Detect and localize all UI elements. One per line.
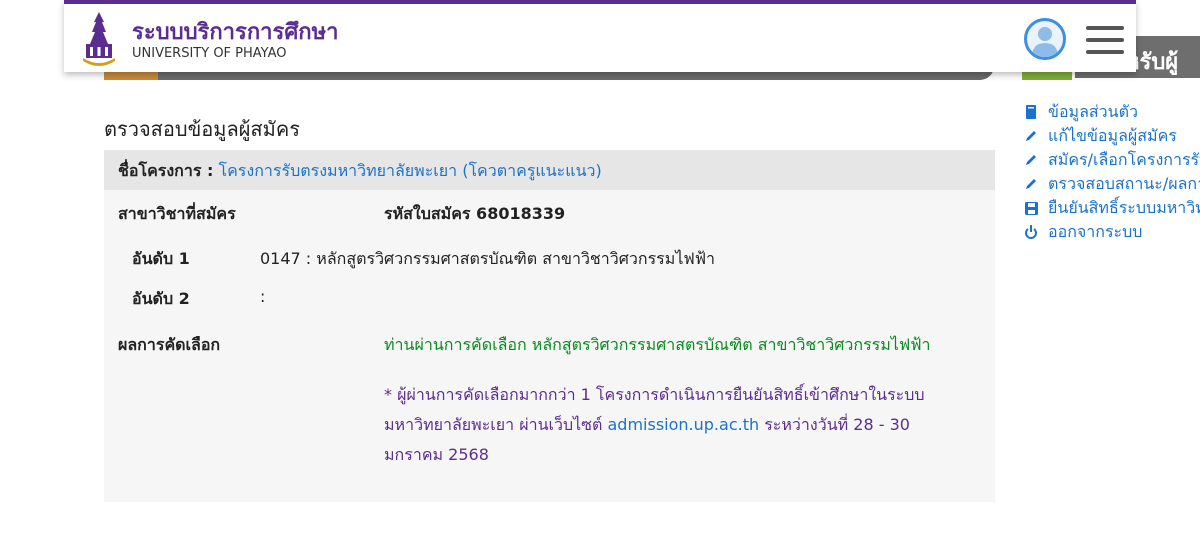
rank2-label: อันดับ 2 [132, 289, 190, 308]
brand-subtitle: UNIVERSITY OF PHAYAO [132, 46, 287, 61]
sidebar-item-edit-applicant[interactable]: แก้ไขข้อมูลผู้สมัคร [1024, 124, 1200, 148]
project-label: ชื่อโครงการ : [118, 161, 214, 180]
pencil-icon [1024, 177, 1038, 191]
sidebar-item-label: ข้อมูลส่วนตัว [1048, 101, 1138, 121]
user-icon [1032, 27, 1058, 57]
sidebar-item-check-status[interactable]: ตรวจสอบสถานะ/ผลการ [1024, 172, 1200, 196]
sidebar-item-apply-project[interactable]: สมัคร/เลือกโครงการรับ [1024, 148, 1200, 172]
result-label: ผลการคัดเลือก [118, 335, 221, 354]
admission-website-link[interactable]: admission.up.ac.th [608, 415, 760, 434]
pencil-icon [1024, 129, 1038, 143]
page-title: ตรวจสอบข้อมูลผู้สมัคร [104, 117, 300, 141]
sidebar-item-label: ยืนยันสิทธิ์ระบบมหาวิทยาลัย [1048, 197, 1200, 217]
rank1-value: 0147 : หลักสูตรวิศวกรรมศาสตรบัณฑิต สาขาว… [260, 249, 715, 268]
sidebar-item-confirm-rights[interactable]: ยืนยันสิทธิ์ระบบมหาวิทยาลัย [1024, 196, 1200, 220]
sidebar-item-logout[interactable]: ออกจากระบบ [1024, 220, 1200, 244]
pencil-icon [1024, 153, 1038, 167]
sidebar-item-label: ตรวจสอบสถานะ/ผลการ [1048, 173, 1200, 193]
result-value: ท่านผ่านการคัดเลือก หลักสูตรวิศวกรรมศาสต… [384, 335, 931, 354]
sidebar-item-label: ออกจากระบบ [1048, 221, 1143, 241]
sidebar-item-label: สมัคร/เลือกโครงการรับ [1048, 149, 1200, 169]
application-number: รหัสใบสมัคร 68018339 [384, 204, 566, 223]
book-icon [1024, 105, 1038, 119]
brand-title: ระบบบริการการศึกษา [132, 20, 339, 45]
sidebar-item-label: แก้ไขข้อมูลผู้สมัคร [1048, 125, 1177, 145]
university-logo-icon[interactable] [80, 10, 118, 68]
confirmation-note: * ผู้ผ่านการคัดเลือกมากกว่า 1 โครงการดำเ… [384, 380, 964, 470]
major-label: สาขาวิชาที่สมัคร [118, 204, 236, 223]
top-header: ระบบบริการการศึกษา UNIVERSITY OF PHAYAO [64, 0, 1136, 72]
power-icon [1024, 225, 1038, 239]
user-avatar-button[interactable] [1024, 18, 1066, 60]
project-row: ชื่อโครงการ : โครงการรับตรงมหาวิทยาลัยพะ… [104, 150, 995, 190]
rank1-label: อันดับ 1 [132, 249, 190, 268]
hamburger-menu-button[interactable] [1086, 26, 1124, 56]
rank2-value: : [260, 287, 266, 306]
project-name-link[interactable]: โครงการรับตรงมหาวิทยาลัยพะเยา (โควตาครูแ… [219, 161, 602, 180]
applicant-info-panel: ชื่อโครงการ : โครงการรับตรงมหาวิทยาลัยพะ… [104, 150, 995, 502]
sidebar-item-profile[interactable]: ข้อมูลส่วนตัว [1024, 100, 1200, 124]
sidebar-menu: ข้อมูลส่วนตัว แก้ไขข้อมูลผู้สมัคร สมัคร/… [1024, 100, 1200, 244]
floppy-icon [1024, 201, 1038, 215]
